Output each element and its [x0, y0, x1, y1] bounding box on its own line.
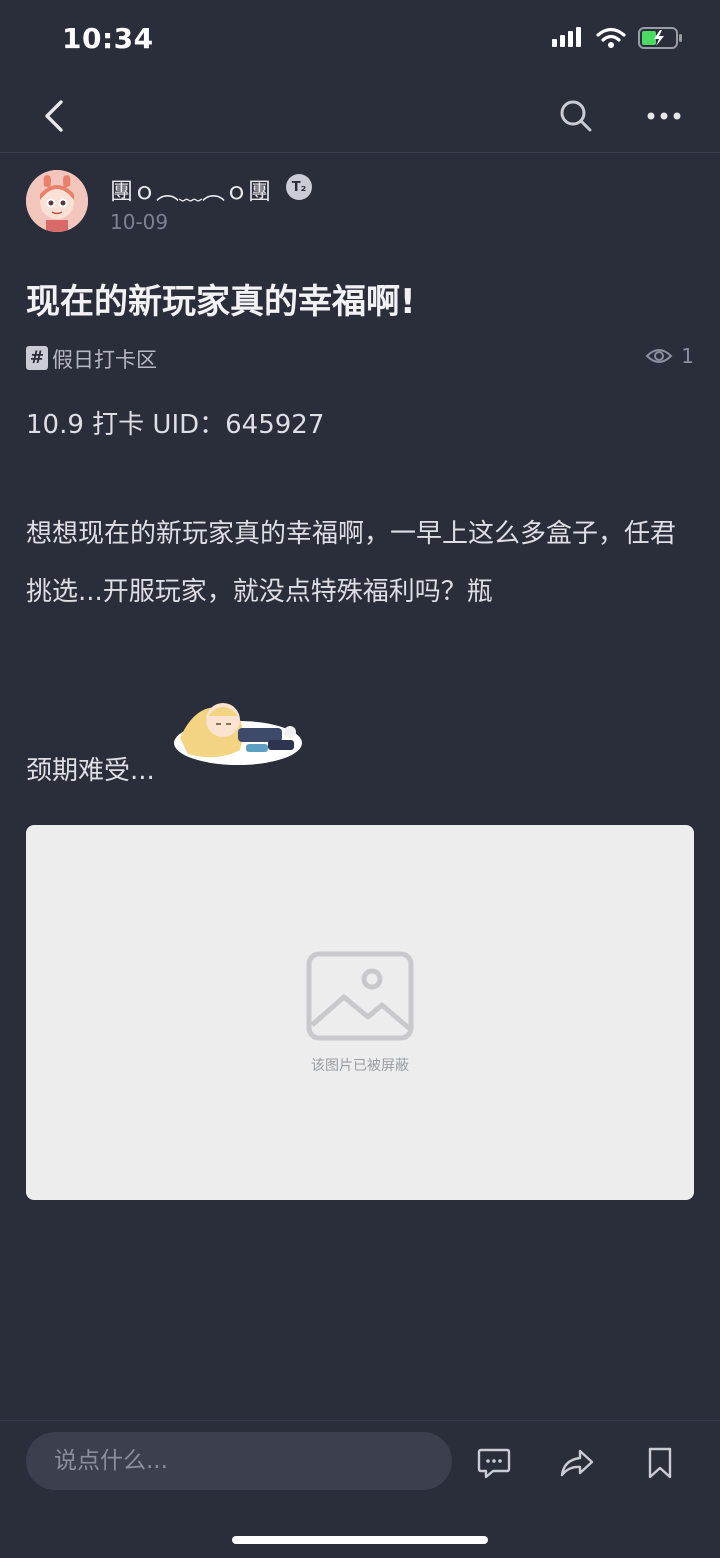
- post-body-line: 10.9 打卡 UID：645927: [26, 410, 325, 440]
- search-button[interactable]: [552, 92, 600, 140]
- avatar-image: [26, 170, 88, 232]
- bookmark-icon: [648, 1447, 672, 1479]
- share-icon: [560, 1449, 594, 1477]
- back-button[interactable]: [30, 94, 78, 138]
- blocked-image-caption: 该图片已被屏蔽: [311, 1058, 409, 1074]
- status-icons: [552, 26, 684, 50]
- battery-charging-icon: [638, 27, 682, 49]
- author-row: 團ｏ︵﹏︵ｏ團 T₂ 10-09: [26, 170, 694, 234]
- post-body-paragraph: 想想现在的新玩家真的幸福啊，一早上这么多盒子，任君挑选...开服玩家，就没点特殊…: [26, 519, 677, 607]
- post-body-line: 颈期难受...: [26, 756, 155, 786]
- view-count: 1: [681, 344, 694, 368]
- avatar[interactable]: [26, 170, 88, 232]
- topic-row: # 假日打卡区 1: [26, 342, 694, 374]
- comment-button[interactable]: [470, 1439, 518, 1487]
- chevron-left-icon: [45, 100, 63, 132]
- cellular-signal-icon: [552, 27, 581, 47]
- level-badge: T₂: [286, 174, 312, 200]
- author-name[interactable]: 團ｏ︵﹏︵ｏ團: [110, 172, 271, 206]
- nav-bar: [0, 80, 720, 152]
- more-button[interactable]: [638, 92, 690, 140]
- comment-icon: [477, 1448, 511, 1479]
- home-indicator: [232, 1536, 488, 1544]
- post-title: 现在的新玩家真的幸福啊!: [26, 282, 416, 322]
- status-bar: 10:34: [0, 0, 720, 80]
- search-icon: [560, 100, 592, 132]
- bookmark-button[interactable]: [636, 1439, 684, 1487]
- hashtag-icon: #: [26, 346, 48, 370]
- eye-icon: [645, 349, 673, 363]
- blocked-image[interactable]: 该图片已被屏蔽: [26, 825, 694, 1200]
- topic-label[interactable]: 假日打卡区: [52, 344, 157, 374]
- post-detail-screen: 10:34 團ｏ︵﹏︵ｏ團 T₂ 10-09 现在的新玩家真的幸福啊! # 假日…: [0, 0, 720, 1558]
- more-horizontal-icon: [647, 112, 681, 120]
- sticker-image: [174, 703, 302, 765]
- view-count-group: 1: [645, 344, 694, 368]
- nav-divider: [0, 152, 720, 153]
- image-placeholder-icon: [306, 951, 414, 1041]
- share-button[interactable]: [553, 1439, 601, 1487]
- post-date: 10-09: [110, 210, 169, 234]
- wifi-icon: [596, 27, 626, 48]
- status-time: 10:34: [62, 22, 154, 55]
- comment-input[interactable]: [26, 1432, 452, 1490]
